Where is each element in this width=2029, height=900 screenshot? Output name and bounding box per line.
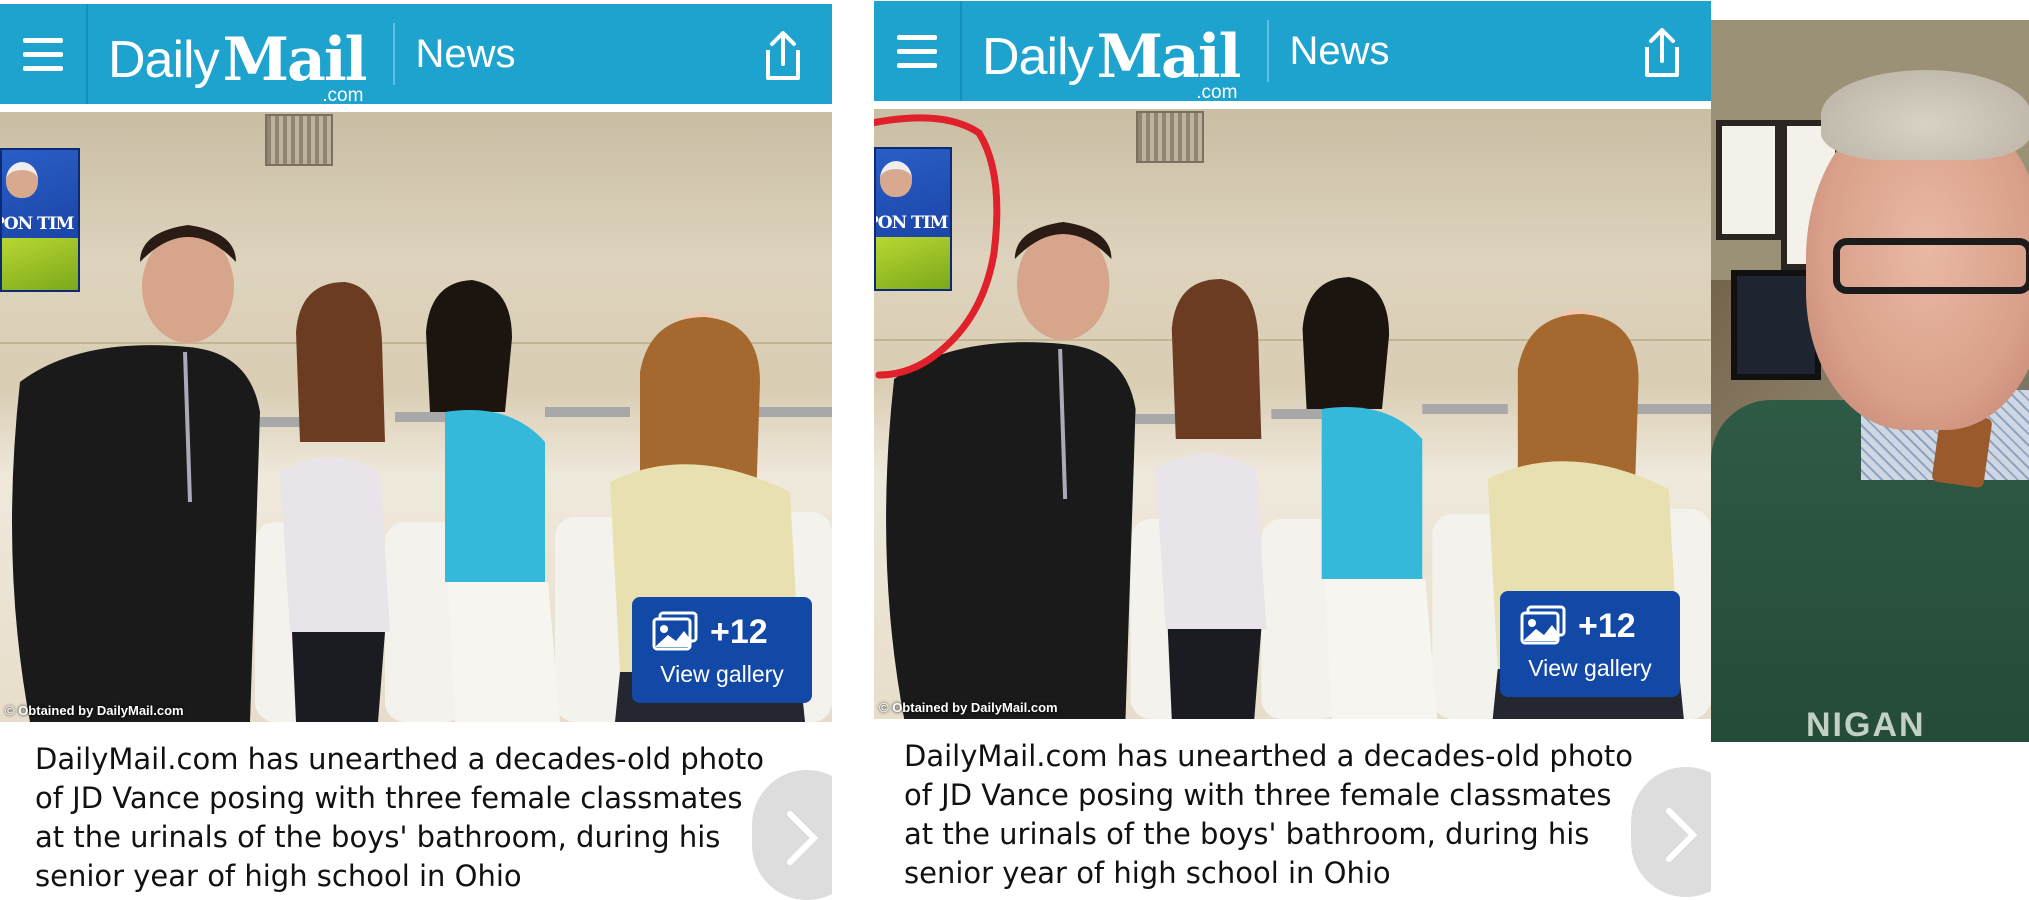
site-header: Daily Mail .com News (0, 4, 832, 106)
portrait-photo: NIGAN (1711, 20, 2029, 742)
sticker-label: PON TIM (0, 214, 74, 234)
gallery-icon (652, 611, 698, 651)
sticker-face (6, 162, 38, 198)
logo-mail: Mail (222, 25, 368, 95)
gallery-icon (1520, 605, 1566, 645)
red-annotation-circle (874, 114, 1001, 379)
site-header: Daily Mail .com News (874, 1, 1711, 103)
chevron-right-icon (1666, 808, 1698, 862)
menu-icon[interactable] (874, 1, 962, 101)
sticker-green-stripe (2, 238, 78, 290)
photo-credit: © Obtained by DailyMail.com (5, 703, 184, 718)
gallery-label: View gallery (660, 661, 784, 687)
photo-caption: DailyMail.com has unearthed a decades-ol… (904, 739, 1634, 890)
section-title[interactable]: News (415, 32, 515, 77)
photo-caption: DailyMail.com has unearthed a decades-ol… (35, 742, 765, 893)
view-gallery-button[interactable]: +12 View gallery (632, 597, 812, 703)
logo-domain: .com (1196, 82, 1238, 103)
gallery-count: +12 (1578, 607, 1636, 645)
sweater-lettering: NIGAN (1806, 706, 1926, 742)
next-slide-button[interactable] (1631, 767, 1711, 897)
gray-hair (1821, 70, 2029, 160)
photo-credit: © Obtained by DailyMail.com (879, 700, 1058, 715)
article-photo[interactable]: PON TIM +12 View gallery © Obtained by D… (0, 112, 832, 722)
next-slide-button[interactable] (752, 770, 832, 900)
logo-daily: Daily (108, 31, 220, 89)
eyeglasses (1833, 238, 2029, 294)
wall-frame-document (1716, 120, 1781, 240)
chevron-right-icon (787, 811, 819, 865)
site-logo[interactable]: Daily Mail .com (108, 19, 368, 106)
menu-icon[interactable] (0, 4, 88, 104)
article-photo[interactable]: PON TIM +12 View gallery © Obtained by D… (874, 109, 1711, 719)
header-divider (393, 23, 396, 85)
view-gallery-button[interactable]: +12 View gallery (1500, 591, 1680, 697)
tampon-box-sticker: PON TIM (0, 148, 80, 292)
logo-domain: .com (322, 85, 364, 106)
site-logo[interactable]: Daily Mail .com (982, 16, 1242, 103)
article-panel-annotated: Daily Mail .com News PON TIM +12 View ga… (874, 0, 1711, 897)
share-icon[interactable] (758, 30, 808, 82)
share-icon[interactable] (1637, 27, 1687, 79)
gallery-label: View gallery (1528, 655, 1652, 681)
article-panel-left: Daily Mail .com News PON TIM +12 View ga… (0, 0, 832, 900)
logo-daily: Daily (982, 28, 1094, 86)
logo-mail: Mail (1096, 22, 1242, 92)
gallery-count: +12 (710, 613, 768, 651)
header-divider (1267, 20, 1270, 82)
section-title[interactable]: News (1289, 29, 1389, 74)
